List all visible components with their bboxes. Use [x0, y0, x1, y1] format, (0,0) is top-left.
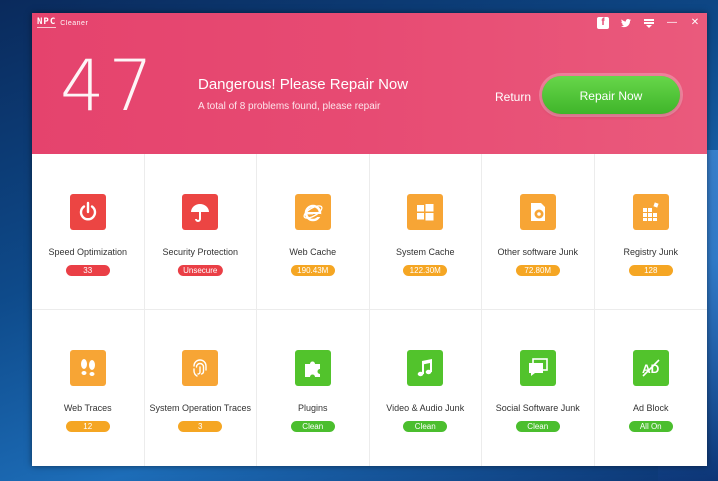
- header-panel: NPC Cleaner f — ✕ 47 Dangerous! Please R…: [32, 13, 707, 154]
- scan-results-grid: Speed Optimization 33 Security Protectio…: [32, 154, 707, 466]
- item-label: Ad Block: [632, 403, 669, 413]
- item-label: Web Cache: [289, 247, 337, 257]
- status-badge: Clean: [290, 421, 335, 432]
- item-web-cache[interactable]: Web Cache 190.43M: [257, 154, 370, 310]
- item-label: Video & Audio Junk: [386, 403, 465, 413]
- software-icon: [519, 194, 556, 230]
- status-badge: 128: [628, 265, 673, 276]
- status-badge: 3: [178, 421, 223, 432]
- umbrella-icon: [182, 194, 219, 230]
- item-plugins[interactable]: Plugins Clean: [257, 310, 370, 466]
- item-other-software-junk[interactable]: Other software Junk 72.80M: [482, 154, 595, 310]
- status-badge: Clean: [403, 421, 448, 432]
- title-bar-controls: f — ✕: [597, 17, 701, 29]
- item-label: System Operation Traces: [149, 403, 252, 413]
- status-badge: 12: [65, 421, 110, 432]
- minimize-icon[interactable]: —: [666, 17, 678, 29]
- logo-mark: NPC: [37, 17, 57, 28]
- ad-block-icon: AD: [632, 350, 669, 386]
- menu-icon[interactable]: [643, 17, 655, 29]
- fingerprint-icon: [182, 350, 219, 386]
- logo-name: Cleaner: [60, 19, 89, 27]
- repair-now-button[interactable]: Repair Now: [542, 76, 680, 114]
- cleaner-window: NPC Cleaner f — ✕ 47 Dangerous! Please R…: [32, 13, 707, 466]
- item-label: Plugins: [297, 403, 328, 413]
- item-label: System Cache: [395, 247, 455, 257]
- status-badge: 72.80M: [515, 265, 560, 276]
- power-icon: [69, 194, 106, 230]
- item-label: Web Traces: [63, 403, 112, 413]
- problem-score: 47: [60, 45, 158, 127]
- status-badge: Unsecure: [178, 265, 223, 276]
- return-link[interactable]: Return: [495, 90, 531, 104]
- chat-icon: [519, 350, 556, 386]
- status-title: Dangerous! Please Repair Now: [198, 76, 409, 93]
- item-social-software-junk[interactable]: Social Software Junk Clean: [482, 310, 595, 466]
- item-ad-block[interactable]: AD Ad Block All On: [595, 310, 708, 466]
- puzzle-icon: [294, 350, 331, 386]
- status-subtitle: A total of 8 problems found, please repa…: [198, 101, 381, 112]
- item-label: Social Software Junk: [495, 403, 580, 413]
- item-system-operation-traces[interactable]: System Operation Traces 3: [145, 310, 257, 466]
- item-label: Speed Optimization: [48, 247, 128, 257]
- item-video-audio-junk[interactable]: Video & Audio Junk Clean: [370, 310, 482, 466]
- item-label: Security Protection: [162, 247, 239, 257]
- item-security-protection[interactable]: Security Protection Unsecure: [144, 154, 257, 310]
- item-label: Registry Junk: [623, 247, 679, 257]
- status-badge: All On: [628, 421, 673, 432]
- windows-icon: [407, 194, 444, 230]
- music-icon: [407, 350, 444, 386]
- item-registry-junk[interactable]: Registry Junk 128: [594, 154, 707, 310]
- facebook-icon[interactable]: f: [597, 17, 609, 29]
- ie-icon: [294, 194, 331, 230]
- status-badge: Clean: [515, 421, 560, 432]
- twitter-icon[interactable]: [620, 17, 632, 29]
- registry-icon: [632, 194, 669, 230]
- item-speed-optimization[interactable]: Speed Optimization 33: [32, 154, 145, 310]
- item-system-cache[interactable]: System Cache 122.30M: [369, 154, 482, 310]
- footprints-icon: [69, 350, 106, 386]
- item-label: Other software Junk: [497, 247, 579, 257]
- status-badge: 122.30M: [403, 265, 448, 276]
- status-badge: 190.43M: [290, 265, 335, 276]
- status-badge: 33: [65, 265, 110, 276]
- app-logo: NPC Cleaner: [37, 18, 88, 28]
- close-icon[interactable]: ✕: [689, 17, 701, 29]
- item-web-traces[interactable]: Web Traces 12: [32, 310, 145, 466]
